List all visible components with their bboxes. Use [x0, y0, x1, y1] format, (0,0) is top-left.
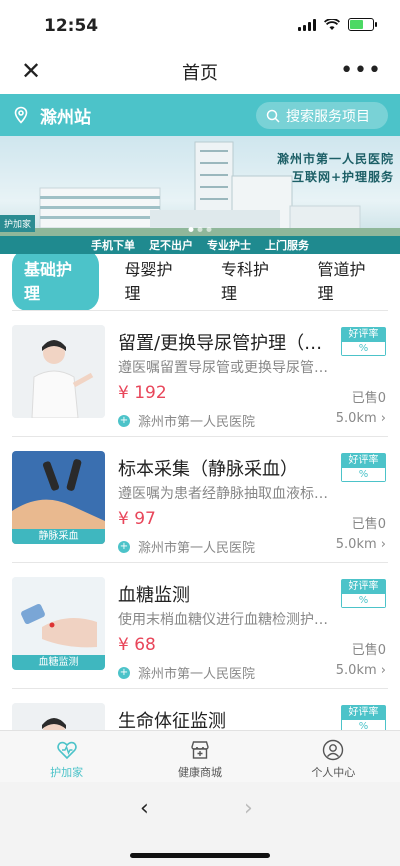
service-title: 血糖监测: [118, 585, 190, 606]
hospital-icon: +: [118, 414, 130, 427]
distance: 5.0km ›: [335, 537, 386, 552]
service-price: ¥ 97: [118, 509, 156, 529]
thumbnail-label: 静脉采血: [12, 529, 105, 544]
service-desc: 使用末梢血糖仪进行血糖检测护…: [118, 612, 328, 628]
page-title: 首页: [182, 63, 218, 84]
distance-value: 5.0km: [335, 537, 377, 552]
hospital-info: + 滁州市第一人民医院: [118, 537, 255, 556]
distance: 5.0km ›: [335, 411, 386, 426]
slogan: 足不出户: [149, 239, 193, 252]
slogan: 专业护士: [207, 239, 251, 252]
location-bar: 滁州站 搜索服务项目: [0, 94, 400, 136]
category-tabs: 基础护理 母婴护理 专科护理 管道护理: [0, 249, 400, 311]
service-item[interactable]: 血糖监测 血糖监测 使用末梢血糖仪进行血糖检测护… ¥ 68 已售0 + 滁州市…: [12, 562, 388, 688]
rating-badge: 好评率 %: [341, 453, 386, 482]
battery-icon: [348, 18, 377, 31]
rating-value: %: [342, 594, 385, 607]
hospital-info: + 滁州市第一人民医院: [118, 663, 255, 682]
wifi-icon: [324, 18, 340, 30]
bottom-tabbar: 护加家 健康商城 个人中心: [0, 730, 400, 782]
service-price: ¥ 192: [118, 383, 167, 403]
hospital-info: + 滁州市第一人民医院: [118, 411, 255, 430]
hospital-name: 滁州市第一人民医院: [138, 541, 256, 556]
service-desc: 遵医嘱留置导尿管或更换导尿管…: [118, 360, 328, 376]
rating-value: %: [342, 468, 385, 481]
browser-nav-bar: ‹ ›: [0, 782, 400, 866]
sold-count: 已售0: [351, 643, 386, 658]
nav-bar: ✕ 首页 •••: [0, 50, 400, 94]
service-thumbnail: 静脉采血: [12, 451, 105, 544]
user-icon: [323, 739, 344, 761]
service-price: ¥ 68: [118, 635, 156, 655]
banner-tag: 护加家: [0, 215, 36, 232]
banner-title: 滁州市第一人民医院 互联网+护理服务: [277, 150, 394, 186]
status-time: 12:54: [44, 16, 99, 36]
tab-maternal-care[interactable]: 母婴护理: [117, 250, 196, 310]
distance-value: 5.0km: [335, 411, 377, 426]
search-placeholder: 搜索服务项目: [286, 108, 370, 125]
hospital-icon: +: [118, 666, 130, 679]
banner-title-line1: 滁州市第一人民医院: [276, 152, 394, 166]
station-name[interactable]: 滁州站: [40, 103, 91, 128]
distance: 5.0km ›: [335, 663, 386, 678]
service-item[interactable]: 留置/更换导尿管护理（… 遵医嘱留置导尿管或更换导尿管… ¥ 192 已售0 +…: [12, 310, 388, 436]
rating-label: 好评率: [342, 580, 385, 594]
rating-label: 好评率: [342, 454, 385, 468]
tab-catheter-care[interactable]: 管道护理: [310, 250, 389, 310]
search-input[interactable]: 搜索服务项目: [256, 102, 388, 129]
banner-pagination: [188, 227, 212, 232]
tab-basic-care[interactable]: 基础护理: [12, 249, 99, 311]
rating-label: 好评率: [342, 706, 385, 720]
more-icon[interactable]: •••: [340, 58, 382, 84]
thumbnail-label: 血糖监测: [12, 655, 105, 670]
home-indicator: [130, 853, 270, 858]
service-desc: 遵医嘱为患者经静脉抽取血液标…: [118, 486, 328, 502]
slogan: 上门服务: [265, 239, 309, 252]
tab-specialty-care[interactable]: 专科护理: [213, 250, 292, 310]
forward-button[interactable]: ›: [244, 796, 253, 821]
status-bar: 12:54: [0, 0, 400, 50]
back-button[interactable]: ‹: [140, 796, 149, 821]
banner-title-line2: 互联网+护理服务: [291, 170, 394, 184]
sold-count: 已售0: [351, 517, 386, 532]
service-thumbnail: 血糖监测: [12, 577, 105, 670]
store-icon: [191, 741, 209, 759]
location-pin-icon: [14, 106, 28, 124]
service-thumbnail: [12, 325, 105, 418]
service-item[interactable]: 静脉采血 标本采集（静脉采血） 遵医嘱为患者经静脉抽取血液标… ¥ 97 已售0…: [12, 436, 388, 562]
tabbar-label: 健康商城: [177, 766, 222, 779]
hospital-name: 滁州市第一人民医院: [138, 667, 256, 682]
sold-count: 已售0: [351, 391, 386, 406]
distance-value: 5.0km: [335, 663, 377, 678]
banner-slogans: 手机下单 足不出户 专业护士 上门服务: [0, 236, 400, 254]
hospital-name: 滁州市第一人民医院: [138, 415, 256, 430]
hospital-banner[interactable]: 滁州市第一人民医院 互联网+护理服务 护加家 手机下单 足不出户 专业护士 上门…: [0, 136, 400, 254]
slogan: 手机下单: [91, 239, 135, 252]
search-icon: [266, 109, 280, 123]
tabbar-profile[interactable]: 个人中心: [267, 731, 400, 782]
rating-badge: 好评率 %: [341, 579, 386, 608]
service-title: 留置/更换导尿管护理（…: [118, 333, 323, 354]
status-icons: [298, 18, 377, 31]
tabbar-label: 护加家: [50, 766, 84, 779]
close-icon[interactable]: ✕: [18, 58, 44, 84]
rating-value: %: [342, 342, 385, 355]
tabbar-home[interactable]: 护加家: [0, 731, 133, 782]
heart-icon: [56, 741, 77, 760]
tabbar-store[interactable]: 健康商城: [133, 731, 266, 782]
signal-icon: [298, 18, 316, 31]
rating-label: 好评率: [342, 328, 385, 342]
tabbar-label: 个人中心: [311, 766, 356, 779]
hospital-icon: +: [118, 540, 130, 553]
rating-badge: 好评率 %: [341, 327, 386, 356]
service-title: 标本采集（静脉采血）: [118, 459, 298, 480]
